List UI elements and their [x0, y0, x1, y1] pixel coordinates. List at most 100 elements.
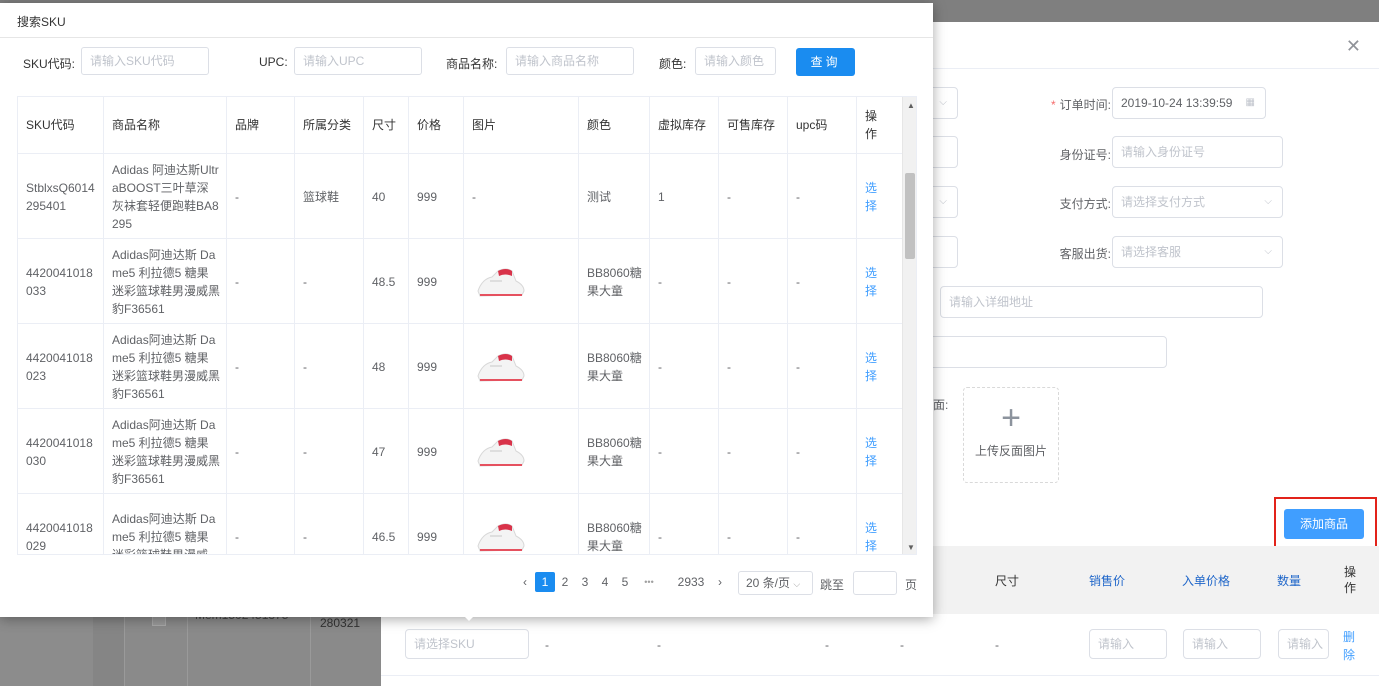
chevron-down-icon: ⌵	[1264, 246, 1272, 257]
name-filter-input[interactable]: 请输入商品名称	[506, 47, 634, 75]
name-filter-label: 商品名称:	[446, 57, 498, 71]
cell-sku: 4420041018033	[18, 239, 104, 324]
cell-name: Adidas阿迪达斯 Dame5 利拉德5 糖果迷彩篮球鞋男漫威黑豹F36561	[104, 239, 227, 324]
column-header: SKU代码	[18, 97, 104, 154]
sku-select-input[interactable]: 请选择SKU	[405, 629, 529, 659]
next-page-icon[interactable]: ›	[710, 572, 730, 592]
page-2[interactable]: 2	[555, 572, 575, 592]
cell-size: 46.5	[364, 494, 409, 554]
page-last[interactable]: 2933	[674, 572, 708, 592]
table-row: 4420041018030 Adidas阿迪达斯 Dame5 利拉德5 糖果迷彩篮…	[18, 409, 902, 494]
column-header: 商品名称	[104, 97, 227, 154]
modal-divider	[0, 37, 933, 38]
cell-category: -	[295, 494, 364, 554]
select-link[interactable]: 选择	[857, 324, 881, 409]
cell-price: 999	[409, 239, 464, 324]
payment-select[interactable]: 请选择支付方式 ⌵	[1112, 186, 1283, 218]
column-header: 可售库存	[719, 97, 788, 154]
page-size-select[interactable]: 20 条/页 ⌵	[738, 571, 813, 595]
table-row: 4420041018023 Adidas阿迪达斯 Dame5 利拉德5 糖果迷彩篮…	[18, 324, 902, 409]
qty-input[interactable]: 请输入	[1278, 629, 1329, 659]
cell-virtual-stock: 1	[650, 154, 719, 239]
select-link[interactable]: 选择	[857, 494, 881, 554]
order-time-picker[interactable]: 2019-10-24 13:39:59 ▦	[1112, 87, 1266, 119]
cell-color: BB8060糖果大童	[579, 409, 650, 494]
scroll-up-icon[interactable]: ▲	[907, 101, 915, 110]
color-filter-input[interactable]: 请输入颜色	[695, 47, 776, 75]
product-image	[464, 494, 579, 554]
cell-brand: -	[227, 154, 295, 239]
scrollbar-thumb[interactable]	[905, 173, 915, 259]
jump-label: 跳至	[820, 578, 845, 592]
add-goods-highlight: 添加商品	[1274, 497, 1377, 549]
select-link[interactable]: 选择	[857, 409, 881, 494]
column-header: 操作	[865, 109, 878, 141]
cell-sale-stock: -	[719, 239, 788, 324]
color-filter-label: 颜色:	[659, 57, 687, 71]
more-pages-icon[interactable]: •••	[637, 572, 661, 592]
id-number-input[interactable]: 请输入身份证号	[1112, 136, 1283, 168]
scroll-down-icon[interactable]: ▼	[907, 543, 915, 552]
product-image	[464, 409, 579, 494]
cell-sku: 4420041018029	[18, 494, 104, 554]
delete-link[interactable]: 删除	[1343, 628, 1357, 664]
page-1[interactable]: 1	[535, 572, 555, 592]
shoe-image	[477, 523, 525, 552]
column-header: 颜色	[579, 97, 650, 154]
cell-sale-stock: -	[719, 494, 788, 554]
column-header: upc码	[788, 97, 857, 154]
cell-image: -	[464, 154, 579, 239]
sku-table-header: SKU代码 商品名称 品牌 所属分类 尺寸 价格 图片 颜色 虚拟库存 可售库存 upc码 操作	[18, 97, 902, 154]
upc-filter-input[interactable]: 请输入UPC	[294, 47, 422, 75]
page-3[interactable]: 3	[575, 572, 595, 592]
page-5[interactable]: 5	[615, 572, 635, 592]
select-link[interactable]: 选择	[857, 239, 881, 324]
cell-virtual-stock: -	[650, 324, 719, 409]
cell-category: 篮球鞋	[295, 154, 364, 239]
upload-back-image[interactable]: + 上传反面图片	[963, 387, 1059, 483]
column-header: 图片	[464, 97, 579, 154]
product-image	[464, 239, 579, 324]
extra-input[interactable]	[921, 336, 1167, 368]
page-4[interactable]: 4	[595, 572, 615, 592]
calendar-icon: ▦	[1245, 97, 1255, 108]
column-header: 尺寸	[364, 97, 409, 154]
cell-price: 999	[409, 324, 464, 409]
goods-cell: -	[545, 638, 549, 652]
service-label: 客服出货:	[1059, 247, 1111, 261]
select-link[interactable]: 选择	[857, 154, 881, 239]
cell-upc: -	[788, 324, 857, 409]
cell-name: Adidas阿迪达斯 Dame5 利拉德5 糖果迷彩篮球鞋男漫威黑豹F36561	[104, 409, 227, 494]
cell-size: 48	[364, 324, 409, 409]
table-scrollbar[interactable]: ▲ ▼	[902, 97, 916, 554]
add-goods-button[interactable]: 添加商品	[1284, 509, 1364, 539]
cell-sale-stock: -	[719, 409, 788, 494]
column-header: 虚拟库存	[650, 97, 719, 154]
cell-sku: 4420041018030	[18, 409, 104, 494]
address-input[interactable]: 请输入详细地址	[940, 286, 1263, 318]
sku-filter-input[interactable]: 请输入SKU代码	[81, 47, 209, 75]
shoe-image	[477, 438, 525, 467]
service-select[interactable]: 请选择客服 ⌵	[1112, 236, 1283, 268]
sale-price-input[interactable]: 请输入	[1089, 629, 1167, 659]
goods-cell: -	[657, 638, 661, 652]
shoe-image	[477, 353, 525, 382]
cell-virtual-stock: -	[650, 409, 719, 494]
table-row: 4420041018033 Adidas阿迪达斯 Dame5 利拉德5 糖果迷彩篮…	[18, 239, 902, 324]
cell-category: -	[295, 409, 364, 494]
cell-sku: 4420041018023	[18, 324, 104, 409]
modal-title: 搜索SKU	[17, 15, 66, 29]
order-price-input[interactable]: 请输入	[1183, 629, 1261, 659]
cell-category: -	[295, 239, 364, 324]
cell-brand: -	[227, 239, 295, 324]
upc-filter-label: UPC:	[259, 55, 288, 69]
jump-page-input[interactable]	[853, 571, 897, 595]
prev-page-icon[interactable]: ‹	[515, 572, 535, 592]
cell-color: BB8060糖果大童	[579, 239, 650, 324]
product-image	[464, 324, 579, 409]
close-icon[interactable]: ✕	[1346, 36, 1361, 57]
query-button[interactable]: 查询	[796, 48, 855, 76]
chevron-down-icon: ⌵	[793, 579, 801, 589]
column-header: 品牌	[227, 97, 295, 154]
cell-size: 48.5	[364, 239, 409, 324]
